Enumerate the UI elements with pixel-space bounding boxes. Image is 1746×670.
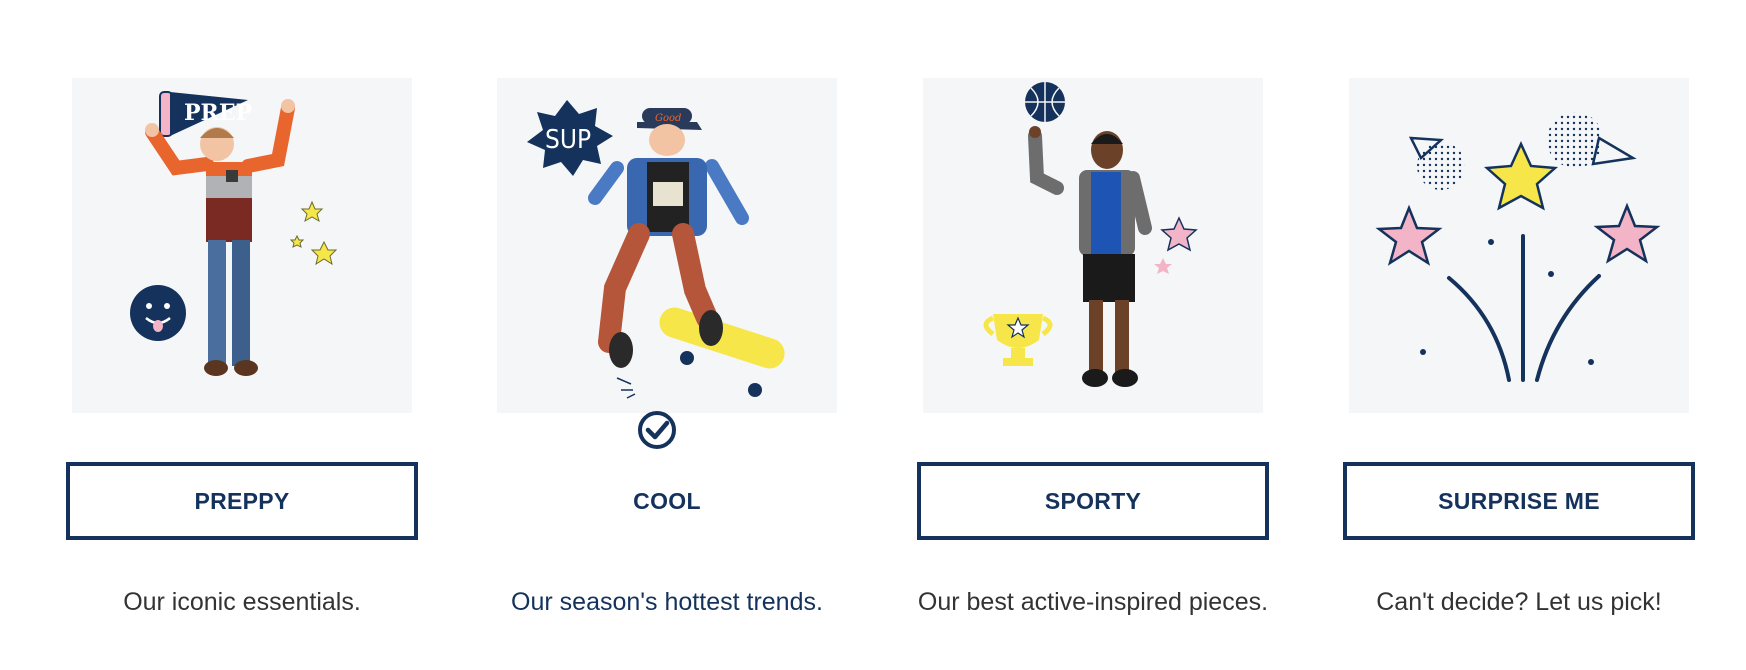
check-circle-icon (638, 411, 676, 449)
surprise-me-button[interactable]: SURPRISE ME (1343, 462, 1695, 540)
sup-burst-sticker-icon: SUP (527, 100, 613, 176)
cool-illustration: SUP Good (527, 100, 785, 399)
preppy-button[interactable]: PREPPY (66, 462, 418, 540)
fireworks-illustration (1375, 112, 1661, 382)
svg-text:PREP: PREP (184, 100, 252, 126)
preppy-image-card[interactable]: PREP (72, 78, 412, 413)
pennant-icon: PREP (159, 91, 252, 137)
cool-description: Our season's hottest trends. (511, 588, 823, 616)
preppy-description: Our iconic essentials. (123, 588, 361, 616)
trophy-icon (983, 314, 1053, 366)
boy-figure (1028, 126, 1152, 387)
style-option-surprise-me[interactable]: SURPRISE ME Can't decide? Let us pick! (1343, 0, 1695, 670)
tongue-face-sticker-icon (130, 285, 186, 341)
preppy-illustration: PREP (130, 91, 338, 376)
cool-button[interactable]: COOL (491, 462, 843, 540)
cool-image-card[interactable]: SUP Good (497, 78, 837, 413)
sporty-illustration (983, 82, 1198, 387)
firework-trails-icon (1447, 234, 1601, 382)
sporty-description: Our best active-inspired pieces. (917, 588, 1269, 616)
style-option-preppy[interactable]: PREP PREPPY Our iconic essentials. (66, 0, 418, 670)
svg-text:SUP: SUP (545, 125, 591, 155)
confetti-dots-icon (1420, 239, 1594, 365)
basketball-icon (1025, 82, 1065, 122)
sporty-button[interactable]: SPORTY (917, 462, 1269, 540)
style-option-sporty[interactable]: SPORTY Our best active-inspired pieces. (917, 0, 1269, 670)
pink-stars-icon (1154, 216, 1198, 274)
yellow-stars-icon (289, 200, 338, 266)
surprise-me-description: Can't decide? Let us pick! (1376, 588, 1662, 616)
style-option-cool[interactable]: SUP Good COOL Our season's hottest trend… (491, 0, 843, 670)
sporty-image-card[interactable] (923, 78, 1263, 413)
surprise-me-image-card[interactable] (1349, 78, 1689, 413)
